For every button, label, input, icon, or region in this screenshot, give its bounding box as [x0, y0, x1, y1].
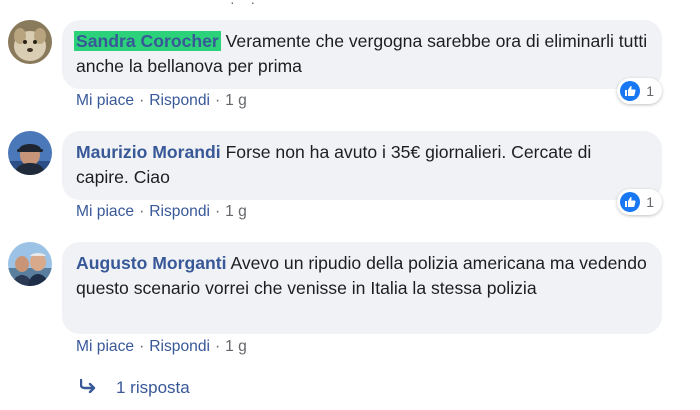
comment-time[interactable]: 1 g	[225, 338, 247, 355]
reaction-count: 1	[646, 194, 654, 210]
comment-bubble: Maurizio Morandi Forse non ha avuto i 35…	[62, 131, 662, 200]
comment-author[interactable]: Augusto Morganti	[76, 253, 227, 273]
comment-bubble: Sandra Corocher Veramente che vergogna s…	[62, 20, 662, 89]
comment-actions: Mi piace · Rispondi · 1 g	[76, 338, 247, 355]
reaction-count: 1	[646, 83, 654, 99]
reaction-count-badge[interactable]: 1	[617, 189, 662, 215]
avatar-augusto[interactable]	[8, 242, 52, 286]
like-link[interactable]: Mi piace	[76, 203, 134, 220]
avatar-sandra[interactable]	[8, 20, 52, 64]
reply-link[interactable]: Rispondi	[149, 92, 210, 109]
reply-arrow-icon	[79, 378, 98, 398]
view-replies-link[interactable]: 1 risposta	[79, 378, 190, 398]
reaction-count-badge[interactable]: 1	[617, 78, 662, 104]
comment-author[interactable]: Maurizio Morandi	[76, 142, 221, 162]
comment-time[interactable]: 1 g	[225, 92, 247, 109]
reply-link[interactable]: Rispondi	[149, 203, 210, 220]
thumbs-up-icon	[620, 81, 641, 101]
comment-author[interactable]: Sandra Corocher	[74, 31, 221, 51]
reply-link[interactable]: Rispondi	[149, 338, 210, 355]
comment-time[interactable]: 1 g	[225, 203, 247, 220]
like-link[interactable]: Mi piace	[76, 92, 134, 109]
truncated-previous-actions: · · ·	[230, 0, 270, 4]
comment-actions: Mi piace · Rispondi · 1 g	[76, 92, 247, 109]
like-link[interactable]: Mi piace	[76, 338, 134, 355]
avatar-maurizio[interactable]	[8, 131, 52, 175]
comment-actions: Mi piace · Rispondi · 1 g	[76, 203, 247, 220]
comment-bubble: Augusto Morganti Avevo un ripudio della …	[62, 242, 662, 334]
thumbs-up-icon	[620, 192, 641, 212]
man-in-cap-photo-icon	[8, 131, 52, 175]
man-outdoors-photo-icon	[8, 242, 52, 286]
replies-count-label: 1 risposta	[116, 378, 190, 397]
dog-photo-icon	[8, 20, 52, 64]
